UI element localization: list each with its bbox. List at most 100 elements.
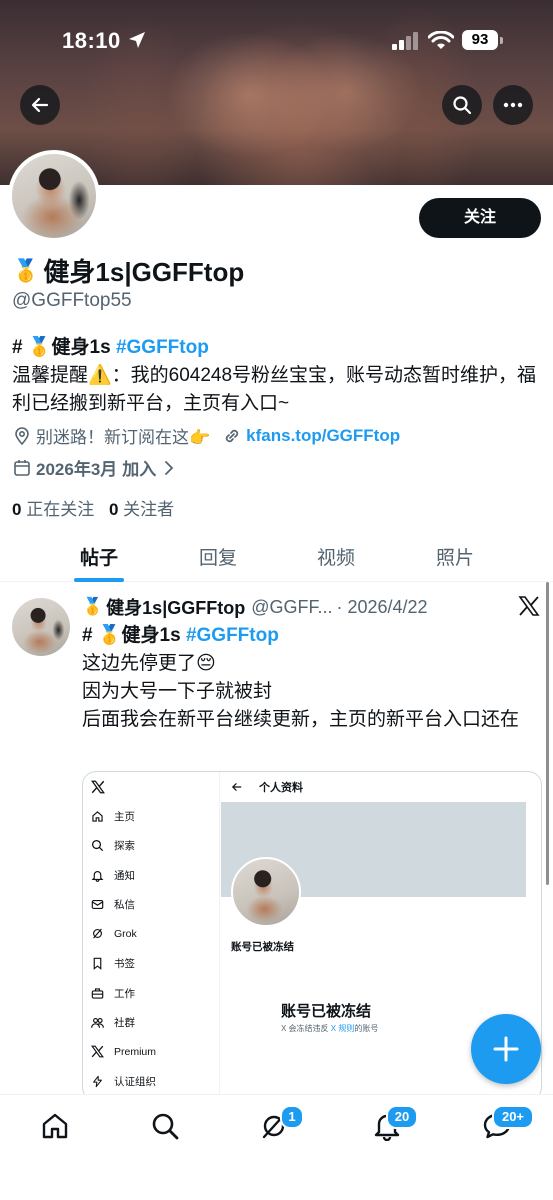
profile-joined-date: 2026年3月: [36, 460, 118, 479]
grok-badge: 1: [280, 1105, 304, 1129]
profile-stats: 0 正在关注 0 关注者: [12, 495, 174, 520]
embedded-menu-explore: 探索: [91, 838, 135, 853]
tweet-author-avatar[interactable]: [12, 598, 70, 656]
tweet-hashtag-link[interactable]: #GGFFtop: [186, 625, 279, 646]
embedded-menu-messages: 私信: [91, 897, 135, 912]
embedded-menu-label: 探索: [114, 840, 135, 852]
profile-tabs: 帖子 回复 视频 照片: [0, 535, 553, 582]
tweet-line-3: 因为大号一下子就被封: [82, 681, 273, 702]
followers-label[interactable]: 关注者: [123, 500, 174, 519]
followers-count[interactable]: 0: [109, 500, 118, 519]
embedded-menu-label: Grok: [114, 927, 137, 940]
profile-display-name: 健身1s|GGFFtop: [43, 257, 245, 287]
embedded-frozen-name: 账号已被冻结: [231, 941, 294, 953]
bio-medal-emoji: 🥇: [27, 337, 52, 358]
tweet-line-medal-emoji: 🥇: [97, 625, 122, 646]
tweet-date[interactable]: · 2026/4/22: [337, 597, 428, 618]
arrow-left-icon: [31, 97, 49, 113]
medal-emoji: 🥇: [12, 257, 40, 283]
profile-handle: @GGFFtop55: [12, 290, 132, 311]
more-horizontal-icon: [503, 102, 523, 108]
embedded-menu-label: 社群: [114, 1017, 135, 1029]
embedded-frozen-desc-a: X 会冻结违反: [281, 1024, 331, 1033]
home-icon: [42, 1113, 68, 1139]
embedded-sidebar: 主页 探索 通知 私信 Grok 书签 工作 社群 Premium 认证组织: [83, 772, 220, 1100]
bell-icon: [91, 871, 104, 882]
embedded-menu-bookmarks: 书签: [91, 956, 135, 971]
search-icon: [453, 96, 472, 115]
grok-icon: [93, 928, 102, 939]
profile-joined-row[interactable]: 2026年3月 加入: [12, 455, 176, 480]
location-pin-icon: [15, 426, 29, 445]
tweet-medal-emoji: 🥇: [82, 597, 104, 616]
embedded-menu-label: 私信: [114, 899, 135, 911]
battery-tip: [500, 37, 503, 44]
location-arrow-icon: [129, 32, 145, 48]
arrow-left-icon: [231, 782, 242, 792]
tweet-line-2: 这边先停更了😔: [82, 653, 216, 674]
embedded-avatar: [231, 857, 301, 927]
embedded-frozen-title: 账号已被冻结: [281, 1003, 372, 1020]
embedded-menu-label: 工作: [114, 988, 135, 1000]
following-count[interactable]: 0: [12, 500, 21, 519]
chevron-right-icon: [165, 460, 174, 475]
more-button[interactable]: [493, 85, 533, 125]
bio-hashtag-link[interactable]: #GGFFtop: [116, 337, 209, 358]
embedded-menu-label: 书签: [114, 958, 135, 970]
tab-videos[interactable]: 视频: [317, 543, 355, 570]
profile-meta-row: 别迷路！新订阅在这👉 kfans.top/GGFFtop: [12, 423, 400, 448]
following-label[interactable]: 正在关注: [26, 500, 94, 519]
search-icon: [91, 839, 104, 852]
x-logo-icon: [91, 1045, 104, 1058]
scrollbar[interactable]: [546, 582, 549, 885]
bio-hash: #: [12, 337, 28, 358]
profile-avatar[interactable]: [8, 150, 100, 242]
embedded-menu-home: 主页: [91, 809, 135, 824]
tweet-author-handle[interactable]: @GGFF...: [251, 597, 332, 618]
people-icon: [91, 1018, 104, 1028]
profile-bio: # 🥇健身1s #GGFFtop 温馨提醒⚠️：我的604248号粉丝宝宝，账号…: [12, 334, 537, 418]
tab-replies[interactable]: 回复: [199, 543, 237, 570]
tweet-author-name[interactable]: 健身1s|GGFFtop: [106, 594, 245, 620]
tweet-line-1: # 🥇健身1s #GGFFtop: [82, 622, 537, 650]
calendar-icon: [14, 459, 30, 476]
bio-line-2: 温馨提醒⚠️：我的604248号粉丝宝宝，账号动态暂时维护，福利已经搬到新平台，…: [12, 365, 537, 414]
messages-badge: 20+: [492, 1105, 534, 1129]
embedded-menu-grok: Grok: [91, 927, 137, 940]
embedded-frozen-rules-link: X 规则: [330, 1024, 355, 1033]
embedded-header: 个人资料: [231, 779, 303, 795]
compose-post-button[interactable]: [471, 1014, 541, 1084]
bookmark-icon: [93, 957, 102, 970]
bio-text: 健身1s: [51, 337, 116, 358]
nav-search[interactable]: [150, 1111, 180, 1146]
link-icon: [226, 429, 239, 442]
home-icon: [92, 811, 103, 822]
briefcase-icon: [91, 988, 104, 999]
tab-photos[interactable]: 照片: [436, 543, 474, 570]
embedded-header-title: 个人资料: [259, 782, 303, 794]
x-logo-icon: [518, 596, 540, 616]
profile-location: 别迷路！新订阅在这👉: [36, 428, 211, 447]
tweet-text: # 🥇健身1s #GGFFtop 这边先停更了😔 因为大号一下子就被封 后面我会…: [82, 622, 537, 734]
battery-indicator: 93: [462, 30, 498, 50]
follow-button[interactable]: 关注: [419, 198, 541, 238]
nav-home[interactable]: [40, 1111, 70, 1146]
profile-joined-suffix: 加入: [122, 460, 157, 479]
wifi-icon: [428, 31, 454, 49]
embedded-x-logo-icon: [91, 780, 105, 794]
bottom-navigation: 1 20 20+: [0, 1094, 553, 1200]
tab-posts[interactable]: 帖子: [80, 543, 118, 570]
tweet-line-text: 健身1s: [121, 625, 186, 646]
embedded-menu-label: 通知: [114, 870, 135, 882]
profile-website-link[interactable]: kfans.top/GGFFtop: [246, 426, 400, 446]
notifications-badge: 20: [386, 1105, 418, 1129]
embedded-menu-notifications: 通知: [91, 868, 135, 883]
active-tab-indicator: [74, 578, 124, 582]
embedded-menu-label: 认证组织: [114, 1076, 156, 1088]
tweet-hash: #: [82, 625, 98, 646]
tweet-line-4: 后面我会在新平台继续更新，主页的新平台入口还在: [82, 709, 520, 730]
back-button[interactable]: [20, 85, 60, 125]
envelope-icon: [91, 900, 104, 909]
search-button[interactable]: [442, 85, 482, 125]
embedded-menu-communities: 社群: [91, 1015, 135, 1030]
